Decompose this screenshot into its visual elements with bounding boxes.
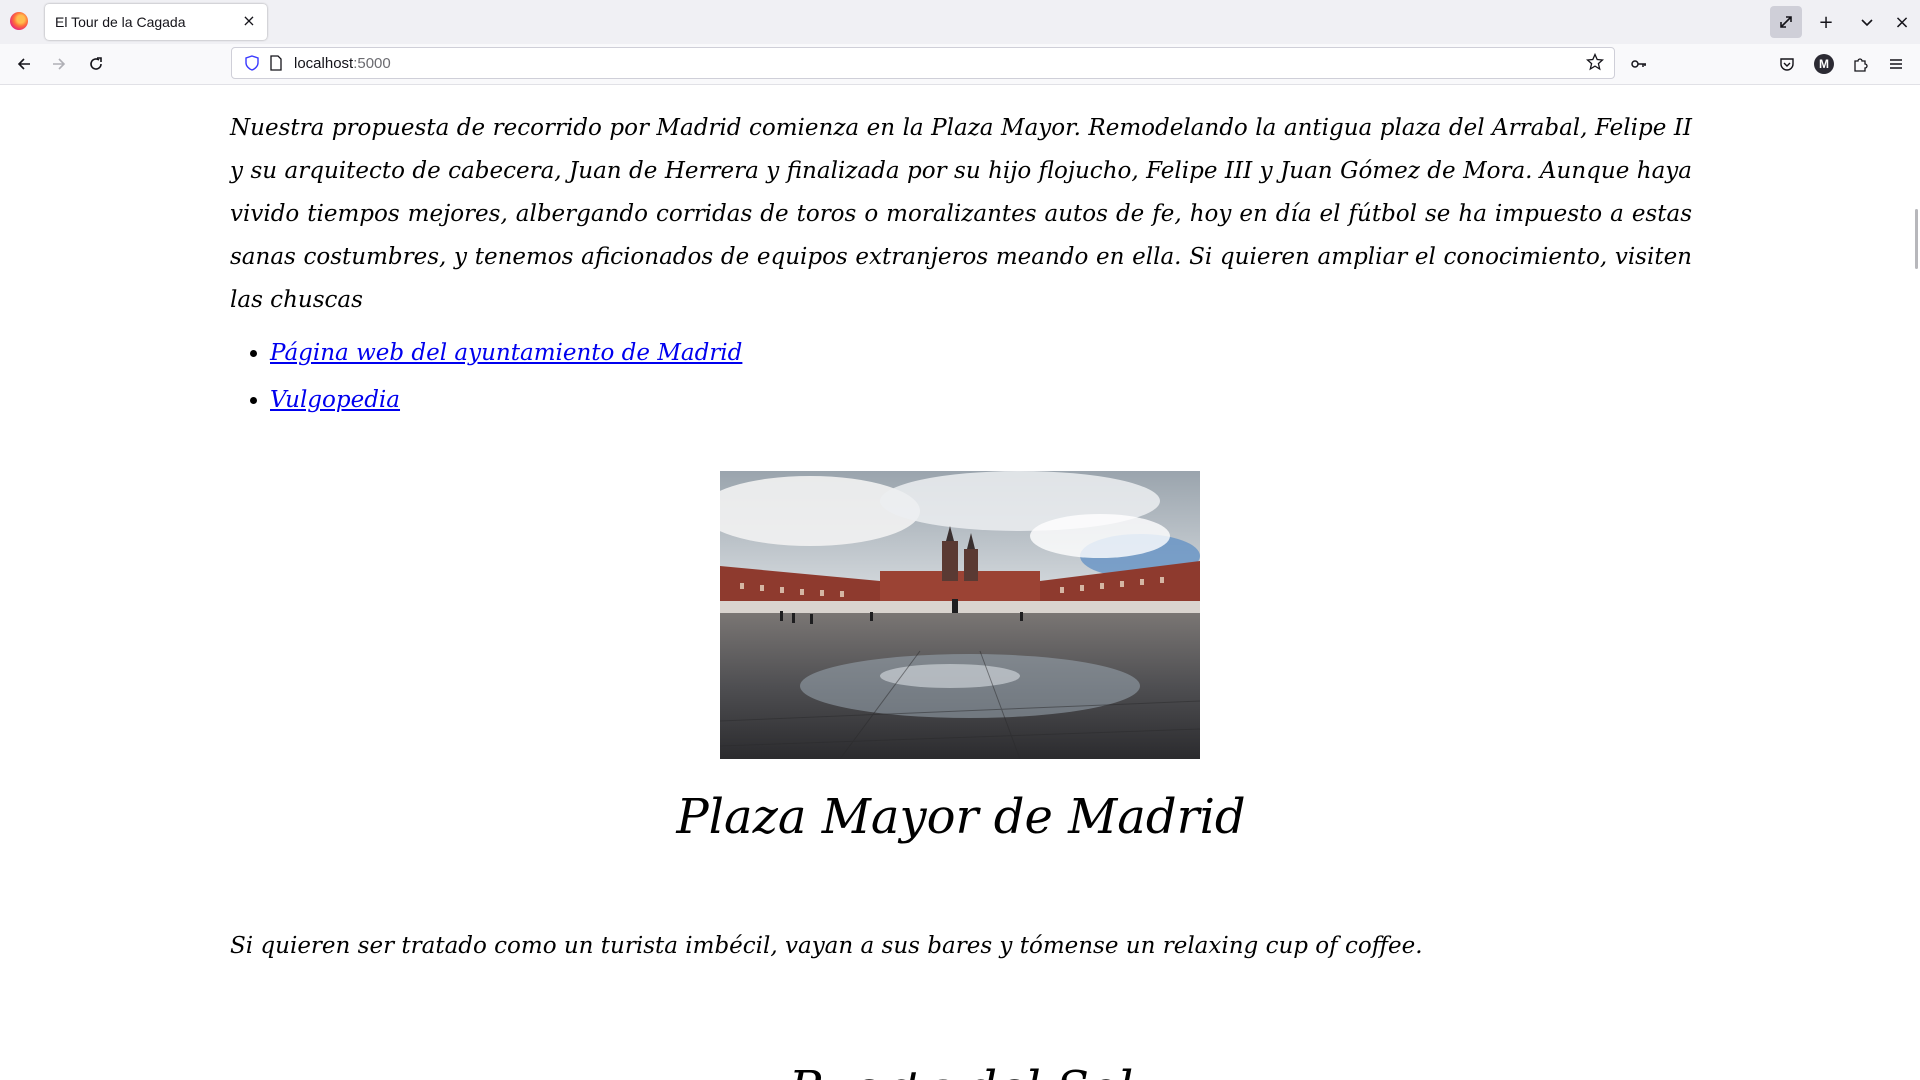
url-port: :5000 bbox=[353, 55, 391, 72]
forward-button[interactable] bbox=[43, 48, 75, 80]
navigation-bar: localhost:5000 M bbox=[0, 44, 1920, 85]
tab-close-button[interactable]: × bbox=[239, 11, 259, 31]
link-list: Página web del ayuntamiento de Madrid Vu… bbox=[230, 330, 742, 424]
url-bar[interactable]: localhost:5000 bbox=[231, 47, 1615, 79]
back-button[interactable] bbox=[8, 48, 40, 80]
account-avatar-icon[interactable]: M bbox=[1808, 48, 1840, 80]
list-item: Página web del ayuntamiento de Madrid bbox=[270, 330, 742, 377]
key-icon[interactable] bbox=[1623, 48, 1655, 80]
tip-paragraph: Si quieren ser tratado como un turista i… bbox=[230, 933, 1423, 959]
back-arrow-icon bbox=[17, 58, 30, 70]
reload-icon bbox=[90, 57, 102, 70]
chevron-down-icon bbox=[1861, 19, 1873, 27]
next-section-title: Puerta del Sol bbox=[230, 1065, 1692, 1080]
pocket-icon[interactable] bbox=[1771, 48, 1803, 80]
ayuntamiento-link[interactable]: Página web del ayuntamiento de Madrid bbox=[270, 340, 742, 366]
account-initial: M bbox=[1814, 54, 1834, 74]
url-text[interactable]: localhost:5000 bbox=[294, 55, 391, 72]
expand-icon[interactable] bbox=[1770, 6, 1802, 38]
forward-arrow-icon bbox=[53, 58, 66, 70]
intro-paragraph: Nuestra propuesta de recorrido por Madri… bbox=[230, 115, 1692, 313]
plaza-title: Plaza Mayor de Madrid bbox=[676, 789, 1246, 845]
list-item: Vulgopedia bbox=[270, 377, 742, 424]
plaza-mayor-photo bbox=[720, 471, 1200, 759]
page-viewport: Nuestra propuesta de recorrido por Madri… bbox=[0, 85, 1920, 1080]
close-window-button[interactable]: × bbox=[1886, 6, 1918, 38]
scrollbar-thumb[interactable] bbox=[1915, 209, 1918, 269]
tab-active[interactable]: El Tour de la Cagada × bbox=[45, 4, 267, 40]
tab-list-button[interactable] bbox=[1851, 6, 1883, 38]
reload-button[interactable] bbox=[80, 48, 112, 80]
hamburger-menu-icon[interactable] bbox=[1880, 48, 1912, 80]
shield-icon[interactable] bbox=[244, 55, 260, 75]
new-tab-button[interactable]: + bbox=[1810, 6, 1842, 38]
page-icon[interactable] bbox=[268, 55, 284, 75]
puzzle-icon[interactable] bbox=[1844, 48, 1876, 80]
url-host: localhost bbox=[294, 55, 354, 72]
tab-title: El Tour de la Cagada bbox=[55, 14, 186, 30]
tab-bar: El Tour de la Cagada × + × bbox=[0, 0, 1920, 45]
bookmark-star-icon[interactable] bbox=[1585, 52, 1605, 76]
vulgopedia-link[interactable]: Vulgopedia bbox=[270, 387, 400, 413]
firefox-logo-icon bbox=[10, 12, 28, 30]
